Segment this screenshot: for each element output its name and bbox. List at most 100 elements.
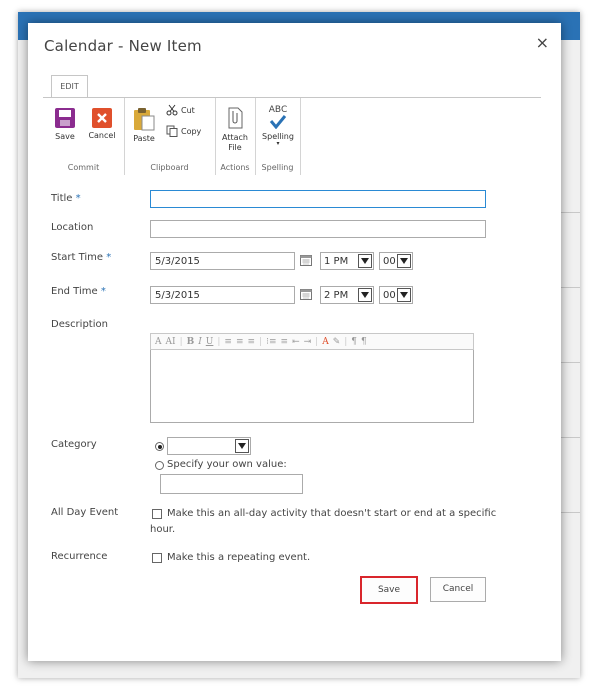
- rte-toolbar-button[interactable]: ¶: [361, 337, 367, 347]
- category-select[interactable]: [167, 437, 251, 455]
- category-own-value-input[interactable]: [160, 474, 303, 494]
- rte-toolbar-separator: |: [259, 336, 263, 347]
- calendar-icon[interactable]: [300, 289, 312, 300]
- category-label: Category: [51, 439, 97, 450]
- start-minute-value: 00: [383, 256, 396, 267]
- end-minute-select[interactable]: 00: [379, 286, 413, 304]
- all-day-text-line1: Make this an all-day activity that doesn…: [167, 508, 497, 519]
- cancel-button-label: Cancel: [442, 584, 474, 594]
- end-time-label-text: End Time: [51, 286, 98, 297]
- group-label-commit: Commit: [67, 163, 100, 172]
- copy-button[interactable]: Copy: [166, 125, 201, 137]
- end-time-label: End Time *: [51, 286, 106, 297]
- location-input[interactable]: [150, 220, 486, 238]
- rte-toolbar-separator: |: [217, 336, 221, 347]
- save-ribbon-button[interactable]: Save: [50, 107, 80, 141]
- chevron-down-icon: [397, 288, 411, 302]
- start-hour-value: 1 PM: [324, 256, 349, 267]
- recurrence-text: Make this a repeating event.: [167, 552, 311, 563]
- all-day-checkbox[interactable]: [152, 509, 162, 519]
- rte-toolbar-button[interactable]: A: [155, 337, 162, 347]
- chevron-down-icon: [358, 254, 372, 268]
- rte-toolbar-button[interactable]: A: [322, 337, 329, 347]
- attach-label-line1: Attach: [222, 133, 248, 142]
- rte-toolbar-button[interactable]: U: [206, 337, 214, 347]
- rte-toolbar-button[interactable]: ⇥: [304, 337, 312, 347]
- end-hour-select[interactable]: 2 PM: [320, 286, 374, 304]
- rte-toolbar-button[interactable]: I: [198, 337, 202, 347]
- rte-toolbar-button[interactable]: AI: [166, 337, 176, 347]
- rte-toolbar-button[interactable]: ✎: [333, 337, 341, 347]
- start-hour-select[interactable]: 1 PM: [320, 252, 374, 270]
- rte-toolbar-button[interactable]: ⇤: [292, 337, 300, 347]
- title-input[interactable]: [150, 190, 486, 208]
- ribbon-group-actions: Attach File Actions: [215, 98, 256, 175]
- dialog-title: Calendar - New Item: [44, 37, 202, 55]
- start-date-input[interactable]: 5/3/2015: [150, 252, 295, 270]
- cancel-button[interactable]: Cancel: [430, 577, 486, 602]
- cut-button[interactable]: Cut: [166, 104, 195, 116]
- required-marker: *: [100, 286, 106, 297]
- save-icon: [55, 108, 75, 128]
- ribbon-group-clipboard: Paste Cut Copy Clipboard: [124, 98, 216, 175]
- rte-toolbar-button[interactable]: ⁝≡: [266, 337, 276, 347]
- spelling-button[interactable]: ABC Spelling ▾: [259, 106, 297, 147]
- new-item-dialog: Calendar - New Item × EDIT Save Cancel C…: [28, 23, 561, 661]
- rte-toolbar-separator: |: [344, 336, 348, 347]
- category-choice-radio[interactable]: [155, 442, 164, 451]
- end-minute-value: 00: [383, 290, 396, 301]
- cut-label: Cut: [181, 105, 195, 115]
- group-label-clipboard: Clipboard: [150, 163, 189, 172]
- rte-toolbar-button[interactable]: ≡: [248, 337, 256, 347]
- recurrence-label: Recurrence: [51, 551, 108, 562]
- location-label: Location: [51, 222, 94, 233]
- end-hour-value: 2 PM: [324, 290, 349, 301]
- description-editor[interactable]: [150, 350, 474, 423]
- cut-icon: [166, 104, 178, 116]
- group-label-spelling: Spelling: [261, 163, 294, 172]
- save-button-label: Save: [377, 585, 401, 595]
- all-day-event-label: All Day Event: [51, 507, 119, 518]
- all-day-text-line2: hour.: [150, 524, 176, 535]
- cancel-ribbon-button[interactable]: Cancel: [85, 107, 119, 140]
- rte-toolbar-button[interactable]: ≡: [281, 337, 289, 347]
- cancel-icon: [92, 108, 112, 128]
- rte-toolbar-button[interactable]: ¶: [351, 337, 357, 347]
- chevron-down-icon: [235, 439, 249, 453]
- chevron-down-icon: [397, 254, 411, 268]
- cancel-ribbon-label: Cancel: [88, 131, 116, 140]
- rte-toolbar-button[interactable]: ≡: [236, 337, 244, 347]
- end-date-input[interactable]: 5/3/2015: [150, 286, 295, 304]
- attach-label-line2: File: [228, 143, 242, 152]
- ribbon-group-commit: Save Cancel Commit: [43, 98, 125, 175]
- close-icon[interactable]: ×: [536, 33, 549, 52]
- spelling-abc: ABC: [268, 105, 288, 115]
- rte-toolbar-button[interactable]: B: [187, 337, 195, 347]
- title-label-text: Title: [51, 193, 73, 204]
- rte-toolbar-button[interactable]: ≡: [224, 337, 232, 347]
- attach-file-button[interactable]: Attach File: [218, 106, 252, 153]
- recurrence-checkbox[interactable]: [152, 553, 162, 563]
- start-minute-select[interactable]: 00: [379, 252, 413, 270]
- attach-file-icon: [228, 107, 243, 129]
- ribbon: Save Cancel Commit Paste Cut Copy Clipbo…: [43, 97, 541, 175]
- category-own-value-radio[interactable]: [155, 461, 164, 470]
- required-marker: *: [75, 193, 81, 204]
- save-button[interactable]: Save: [360, 576, 418, 604]
- description-label: Description: [51, 319, 108, 330]
- paste-label: Paste: [133, 134, 155, 143]
- copy-icon: [166, 125, 178, 137]
- rte-toolbar-separator: |: [179, 336, 183, 347]
- copy-label: Copy: [181, 126, 202, 136]
- tab-edit[interactable]: EDIT: [51, 75, 88, 98]
- rte-toolbar-separator: |: [315, 336, 319, 347]
- rich-text-toolbar: A AI | B I U | ≡ ≡ ≡ | ⁝≡ ≡ ⇤ ⇥ | A ✎ | ¶ ¶: [150, 333, 474, 350]
- spelling-icon: [269, 115, 287, 129]
- required-marker: *: [106, 252, 112, 263]
- title-label: Title *: [51, 193, 81, 204]
- paste-button[interactable]: Paste: [130, 107, 158, 143]
- own-value-label: Specify your own value:: [167, 459, 287, 470]
- spelling-dropdown-arrow: ▾: [276, 140, 280, 147]
- start-time-label: Start Time *: [51, 252, 111, 263]
- calendar-icon[interactable]: [300, 255, 312, 266]
